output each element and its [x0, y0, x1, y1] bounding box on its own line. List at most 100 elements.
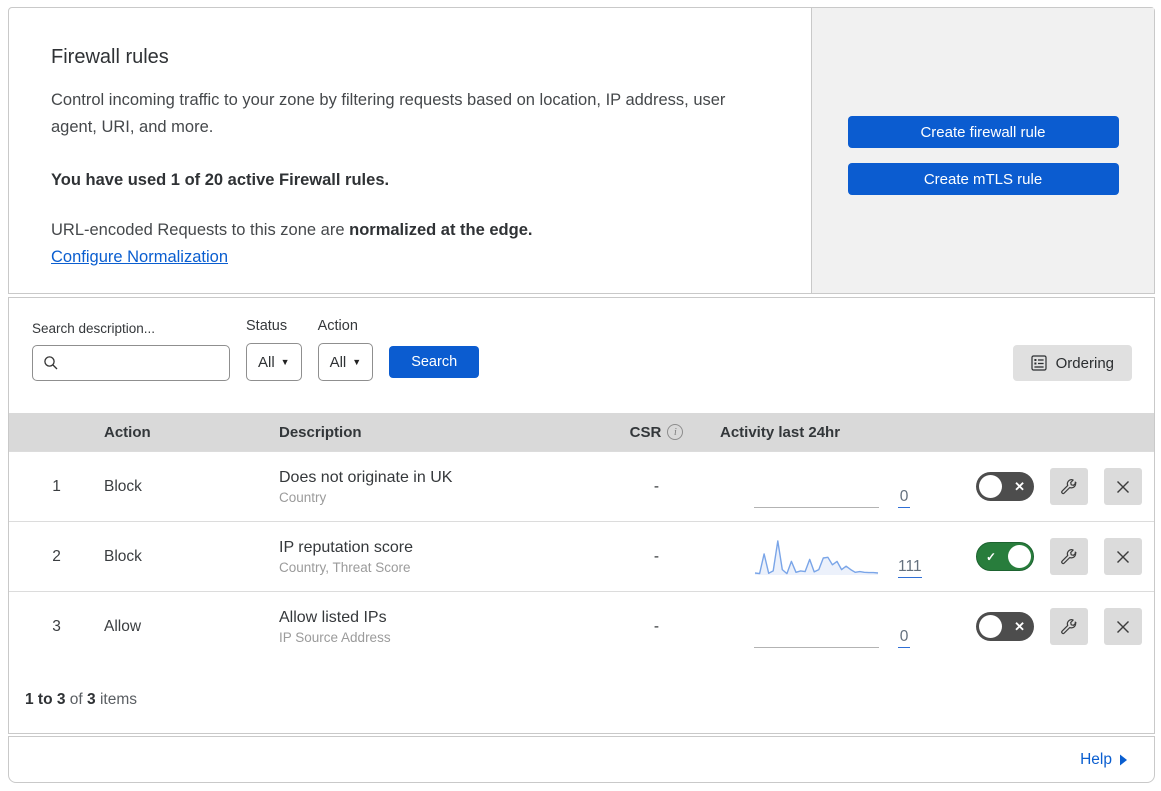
rule-fields: Country: [279, 489, 327, 505]
rule-description-cell: IP reputation score Country, Threat Scor…: [279, 539, 604, 575]
action-select[interactable]: All ▼: [317, 343, 374, 381]
intro-text-block: Firewall rules Control incoming traffic …: [9, 8, 811, 293]
column-header-description: Description: [279, 423, 362, 441]
items-total: 3: [87, 691, 96, 708]
items-range: 1 to 3: [25, 691, 66, 708]
ordering-button[interactable]: Ordering: [1012, 345, 1132, 381]
rule-fields: Country, Threat Score: [279, 559, 411, 575]
action-label: Action: [317, 318, 358, 334]
activity-sparkline-chart: [754, 540, 879, 575]
search-input[interactable]: [59, 346, 248, 380]
rule-description-cell: Allow listed IPs IP Source Address: [279, 609, 604, 645]
rules-card: Search description... Status All ▼ Actio…: [8, 297, 1155, 734]
normalization-note: URL-encoded Requests to this zone are no…: [51, 221, 781, 240]
rule-controls: ✓ ✕: [924, 538, 1154, 575]
items-of: of: [69, 691, 83, 708]
table-row: 1 Block Does not originate in UK Country…: [9, 451, 1154, 521]
filter-bar: Search description... Status All ▼ Actio…: [9, 298, 1154, 413]
status-select[interactable]: All ▼: [246, 343, 302, 381]
rule-activity-cell: 0: [709, 592, 924, 661]
wrench-icon: [1060, 548, 1078, 566]
action-select-value: All: [329, 353, 347, 371]
activity-count-link[interactable]: 0: [898, 487, 910, 508]
close-icon: [1115, 619, 1131, 635]
items-word: items: [99, 691, 138, 708]
wrench-icon: [1060, 478, 1078, 496]
x-icon: ✕: [1014, 478, 1025, 494]
toggle-knob: [979, 475, 1002, 498]
rule-description: Allow listed IPs: [279, 608, 387, 626]
usage-summary: You have used 1 of 20 active Firewall ru…: [51, 171, 390, 189]
delete-rule-button[interactable]: [1104, 608, 1142, 645]
toggle-knob: [1008, 545, 1031, 568]
activity-count-link[interactable]: 0: [898, 627, 910, 648]
actions-panel: Create firewall rule Create mTLS rule: [811, 8, 1154, 293]
rule-description: Does not originate in UK: [279, 468, 453, 486]
rule-activity-cell: 0: [709, 452, 924, 521]
rule-action: Block: [104, 547, 142, 565]
x-icon: ✕: [1014, 618, 1025, 634]
search-button[interactable]: Search: [389, 346, 480, 378]
rule-controls: ✓ ✕: [924, 608, 1154, 645]
help-link-label: Help: [1080, 750, 1112, 768]
normalization-note-bold: normalized at the edge.: [349, 221, 533, 239]
rule-action: Allow: [104, 617, 142, 635]
status-filter-group: Status All ▼: [246, 318, 302, 381]
search-box: [32, 345, 248, 381]
table-row: 2 Block IP reputation score Country, Thr…: [9, 521, 1154, 591]
chevron-down-icon: ▼: [280, 356, 290, 367]
column-header-action: Action: [104, 423, 151, 441]
intro-card: Firewall rules Control incoming traffic …: [8, 7, 1155, 294]
activity-sparkline-flat: [754, 507, 879, 508]
help-link[interactable]: Help: [1080, 751, 1128, 769]
ordered-list-icon: [1031, 355, 1047, 371]
help-bar: Help: [8, 736, 1155, 783]
edit-rule-button[interactable]: [1050, 608, 1088, 645]
delete-rule-button[interactable]: [1104, 468, 1142, 505]
activity-count-link[interactable]: 111: [898, 557, 922, 578]
enable-toggle[interactable]: ✓ ✕: [976, 612, 1034, 641]
enable-toggle[interactable]: ✓ ✕: [976, 542, 1034, 571]
rule-description-cell: Does not originate in UK Country: [279, 469, 604, 505]
page-description: Control incoming traffic to your zone by…: [51, 91, 726, 136]
status-select-value: All: [258, 353, 275, 371]
toggle-knob: [979, 615, 1002, 638]
create-firewall-rule-button[interactable]: Create firewall rule: [847, 116, 1119, 148]
enable-toggle[interactable]: ✓ ✕: [976, 472, 1034, 501]
delete-rule-button[interactable]: [1104, 538, 1142, 575]
rule-priority: 3: [52, 617, 61, 635]
firewall-rules-page: Firewall rules Control incoming traffic …: [0, 0, 1161, 783]
close-icon: [1115, 549, 1131, 565]
activity-sparkline-flat: [754, 647, 879, 648]
column-header-activity: Activity last 24hr: [720, 423, 841, 441]
rule-activity-cell: 111: [709, 522, 924, 591]
close-icon: [1115, 479, 1131, 495]
ordering-button-label: Ordering: [1055, 354, 1114, 372]
column-header-csr: CSR i: [604, 424, 709, 441]
rule-priority: 1: [52, 477, 61, 495]
csr-header-label: CSR: [629, 423, 662, 441]
info-icon[interactable]: i: [667, 424, 684, 440]
status-label: Status: [246, 318, 288, 334]
check-icon: ✓: [986, 549, 997, 564]
edit-rule-button[interactable]: [1050, 468, 1088, 505]
rule-description: IP reputation score: [279, 538, 414, 556]
normalization-note-text: URL-encoded Requests to this zone are: [51, 221, 345, 239]
rule-csr: -: [653, 617, 660, 635]
rule-controls: ✓ ✕: [924, 468, 1154, 505]
table-row: 3 Allow Allow listed IPs IP Source Addre…: [9, 591, 1154, 661]
table-header-row: Action Description CSR i Activity last 2…: [9, 413, 1154, 451]
rule-action: Block: [104, 477, 142, 495]
rule-fields: IP Source Address: [279, 629, 391, 645]
rule-csr: -: [653, 547, 660, 565]
chevron-down-icon: ▼: [352, 356, 362, 367]
rule-priority: 2: [52, 547, 61, 565]
search-label: Search description...: [32, 321, 156, 336]
edit-rule-button[interactable]: [1050, 538, 1088, 575]
page-title: Firewall rules: [51, 46, 169, 68]
rule-csr: -: [653, 477, 660, 495]
create-mtls-rule-button[interactable]: Create mTLS rule: [847, 163, 1119, 195]
action-filter-group: Action All ▼: [317, 318, 374, 381]
search-icon: [43, 355, 59, 371]
configure-normalization-link[interactable]: Configure Normalization: [51, 248, 228, 267]
